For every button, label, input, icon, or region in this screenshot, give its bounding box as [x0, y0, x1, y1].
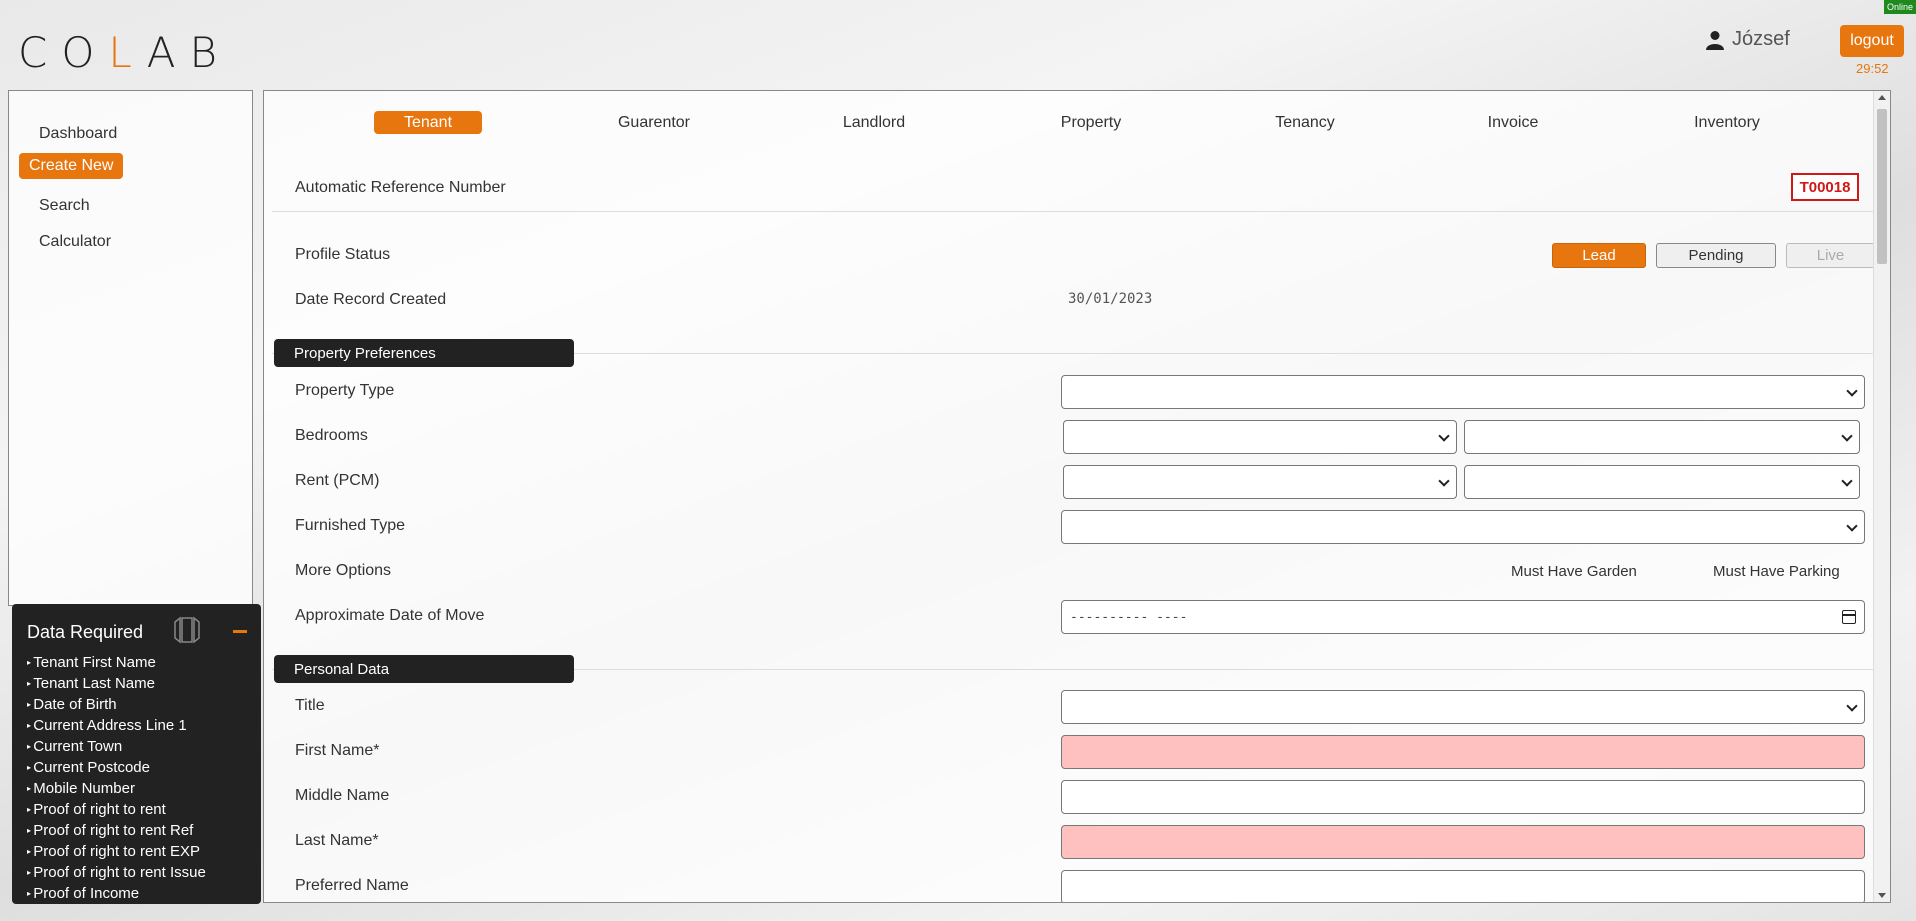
scroll-thumb[interactable]: [1877, 109, 1887, 264]
colab-logo: COLAB: [18, 28, 231, 77]
tab-landlord[interactable]: Landlord: [814, 111, 934, 134]
status-live-button[interactable]: Live: [1786, 243, 1875, 268]
main-panel: Tenant Guarentor Landlord Property Tenan…: [263, 90, 1891, 903]
username: József: [1732, 28, 1790, 50]
bedrooms-min-select[interactable]: [1063, 420, 1457, 454]
section-property-preferences: Property Preferences: [274, 339, 574, 367]
chevron-down-icon: [1846, 520, 1858, 532]
rent-min-select[interactable]: [1063, 465, 1457, 499]
sidebar-item-calculator[interactable]: Calculator: [29, 229, 121, 255]
must-have-garden-option[interactable]: Must Have Garden: [1511, 563, 1637, 580]
list-item: Proof of right to rent EXP: [27, 841, 206, 862]
sidebar: Dashboard Create New Search Calculator: [8, 90, 253, 606]
last-name-label: Last Name*: [295, 832, 379, 849]
tab-tenant[interactable]: Tenant: [374, 111, 482, 134]
furnished-type-label: Furnished Type: [295, 517, 405, 534]
sidebar-item-create-new[interactable]: Create New: [19, 153, 124, 179]
tab-invoice[interactable]: Invoice: [1453, 111, 1573, 134]
tab-inventory[interactable]: Inventory: [1667, 111, 1787, 134]
tab-property[interactable]: Property: [1031, 111, 1151, 134]
chevron-down-icon: [1846, 385, 1858, 397]
rent-label: Rent (PCM): [295, 472, 380, 489]
user-info: József: [1706, 28, 1790, 51]
list-item: Tenant Last Name: [27, 673, 206, 694]
list-item: Tenant First Name: [27, 652, 206, 673]
preferred-name-input[interactable]: [1061, 870, 1865, 902]
session-timer: 29:52: [1856, 61, 1889, 76]
bedrooms-max-select[interactable]: [1464, 420, 1860, 454]
list-item: Proof of right to rent Ref: [27, 820, 206, 841]
title-label: Title: [295, 697, 325, 714]
property-type-label: Property Type: [295, 382, 395, 399]
last-name-input[interactable]: [1061, 825, 1865, 859]
sidebar-item-dashboard[interactable]: Dashboard: [29, 121, 127, 147]
title-select[interactable]: [1061, 690, 1865, 724]
chevron-down-icon: [1841, 475, 1853, 487]
status-lead-button[interactable]: Lead: [1552, 243, 1646, 268]
profile-status-label: Profile Status: [295, 246, 391, 263]
chevron-down-icon: [1841, 430, 1853, 442]
middle-name-label: Middle Name: [295, 787, 390, 804]
first-name-input[interactable]: [1061, 735, 1865, 769]
move-date-input[interactable]: ---------- ----: [1061, 600, 1865, 634]
rent-max-select[interactable]: [1464, 465, 1860, 499]
data-required-panel: Data Required Tenant First Name Tenant L…: [12, 604, 261, 904]
chevron-down-icon: [1438, 430, 1450, 442]
reference-number: T00018: [1791, 173, 1859, 201]
list-item: Current Town: [27, 736, 206, 757]
furnished-type-select[interactable]: [1061, 510, 1865, 544]
online-status-badge: Online: [1883, 0, 1916, 14]
sidebar-item-search[interactable]: Search: [29, 193, 100, 219]
chevron-down-icon: [1846, 700, 1858, 712]
checklist-icon[interactable]: [172, 614, 202, 644]
list-item: Proof of Income: [27, 883, 206, 904]
divider: [272, 211, 1873, 212]
tab-tenancy[interactable]: Tenancy: [1245, 111, 1365, 134]
date-created-value: 30/01/2023: [1068, 291, 1153, 307]
list-item: Proof of right to rent: [27, 799, 206, 820]
first-name-label: First Name*: [295, 742, 380, 759]
scrollbar[interactable]: [1873, 91, 1890, 902]
list-item: Proof of right to rent Issue: [27, 862, 206, 883]
list-item: Mobile Number: [27, 778, 206, 799]
move-date-label: Approximate Date of Move: [295, 607, 485, 624]
collapse-icon[interactable]: [233, 630, 247, 633]
logout-button[interactable]: logout: [1840, 25, 1904, 57]
reference-label: Automatic Reference Number: [295, 179, 506, 196]
chevron-down-icon: [1438, 475, 1450, 487]
bedrooms-label: Bedrooms: [295, 427, 368, 444]
property-type-select[interactable]: [1061, 375, 1865, 409]
date-created-label: Date Record Created: [295, 291, 447, 308]
list-item: Current Address Line 1: [27, 715, 206, 736]
must-have-parking-option[interactable]: Must Have Parking: [1713, 563, 1840, 580]
list-item: Current Postcode: [27, 757, 206, 778]
status-pending-button[interactable]: Pending: [1656, 243, 1776, 268]
scroll-up-icon[interactable]: [1878, 95, 1886, 100]
section-personal-data: Personal Data: [274, 655, 574, 683]
more-options-label: More Options: [295, 562, 392, 579]
user-icon: [1706, 30, 1724, 50]
list-item: Date of Birth: [27, 694, 206, 715]
data-required-list: Tenant First Name Tenant Last Name Date …: [27, 652, 206, 904]
middle-name-input[interactable]: [1061, 780, 1865, 814]
calendar-icon[interactable]: [1842, 610, 1856, 624]
tab-guarentor[interactable]: Guarentor: [594, 111, 714, 134]
scroll-down-icon[interactable]: [1878, 893, 1886, 898]
preferred-name-label: Preferred Name: [295, 877, 409, 894]
data-required-title: Data Required: [27, 622, 144, 642]
